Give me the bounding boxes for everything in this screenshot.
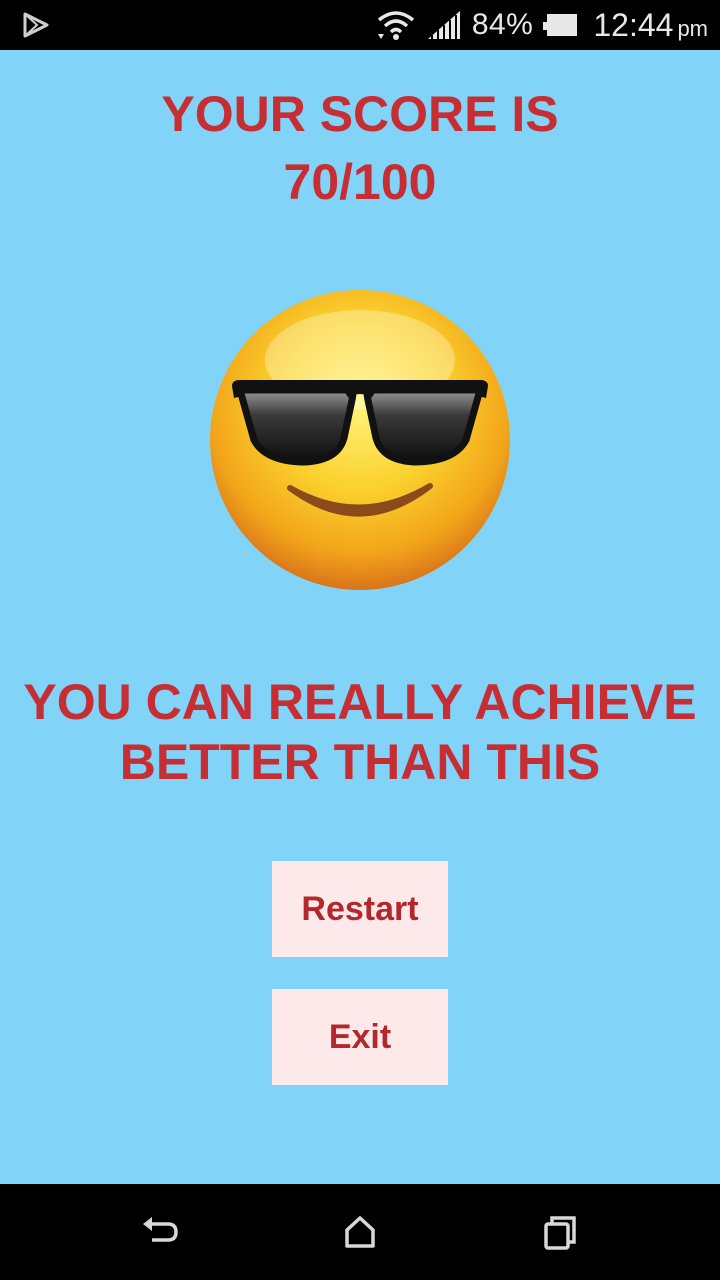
exit-button[interactable]: Exit	[272, 989, 448, 1085]
recents-icon[interactable]	[540, 1212, 580, 1252]
home-icon[interactable]	[340, 1212, 380, 1252]
clock-suffix: pm	[677, 16, 708, 41]
restart-button[interactable]: Restart	[272, 861, 448, 957]
message-line-2: BETTER THAN THIS	[119, 734, 601, 790]
screen: 84% 12:44 pm YOUR SCORE IS 70/100 YOU CA…	[0, 0, 720, 1280]
battery-percent: 84%	[471, 8, 534, 41]
navigation-bar	[0, 1184, 720, 1280]
back-icon[interactable]	[140, 1212, 180, 1252]
battery-icon	[543, 14, 578, 36]
message-line-1: YOU CAN REALLY ACHIEVE	[23, 674, 697, 730]
signal-icon	[427, 11, 460, 39]
wifi-icon	[377, 11, 414, 40]
play-store-icon	[23, 12, 49, 38]
status-bar: 84% 12:44 pm	[0, 0, 720, 50]
sunglasses-emoji-icon	[210, 290, 510, 590]
score-heading: YOUR SCORE IS 70/100	[0, 80, 720, 216]
score-value: 70/100	[283, 154, 437, 210]
feedback-message: YOU CAN REALLY ACHIEVE BETTER THAN THIS	[0, 672, 720, 792]
status-icons: 84% 12:44 pm	[376, 0, 708, 50]
clock: 12:44	[593, 6, 674, 43]
result-screen: YOUR SCORE IS 70/100 YOU CAN REALLY ACHI…	[0, 50, 720, 1184]
score-label: YOUR SCORE IS	[161, 86, 559, 142]
